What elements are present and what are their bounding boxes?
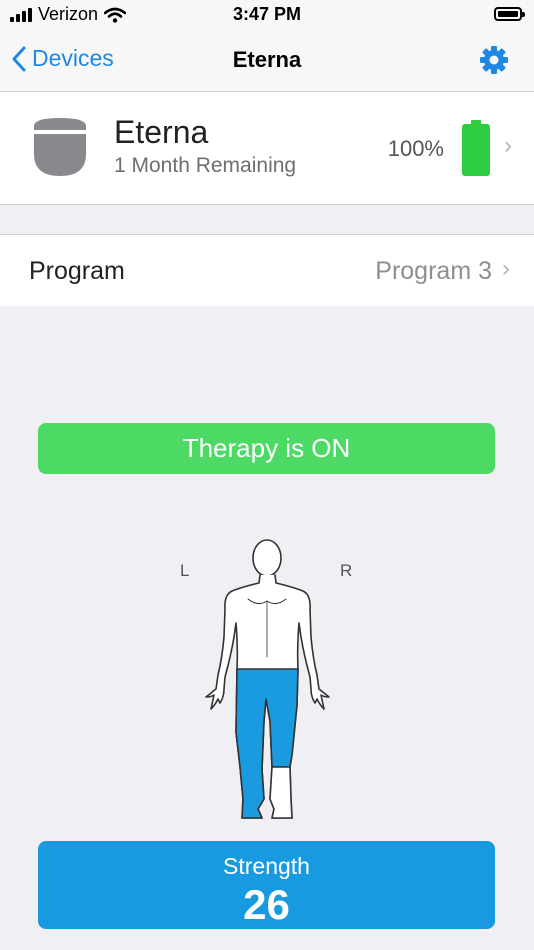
left-side-label: L xyxy=(180,561,190,580)
device-name: Eterna xyxy=(114,114,209,150)
therapy-status-button[interactable]: Therapy is ON xyxy=(38,423,495,474)
chevron-right-icon: › xyxy=(502,255,510,282)
chevron-right-icon: › xyxy=(504,132,512,159)
page-title: Eterna xyxy=(232,47,302,72)
navigation-bar: Devices Eterna xyxy=(0,32,534,92)
strength-label: Strength xyxy=(223,853,310,879)
program-row[interactable]: Program Program 3 › xyxy=(0,234,534,307)
strength-value: 26 xyxy=(243,881,290,928)
body-map xyxy=(205,539,330,819)
battery-icon xyxy=(462,120,490,176)
program-value: Program 3 xyxy=(375,257,492,285)
device-card[interactable]: Eterna 1 Month Remaining 100% › xyxy=(0,92,534,205)
status-bar: Verizon 3:47 PM xyxy=(0,0,534,32)
right-side-label: R xyxy=(340,561,353,580)
strength-control[interactable]: Strength 26 xyxy=(38,841,495,929)
status-battery-icon xyxy=(494,7,525,21)
device-remaining: 1 Month Remaining xyxy=(114,154,297,177)
stimulator-device-icon xyxy=(34,118,86,176)
program-label: Program xyxy=(29,257,125,285)
status-time: 3:47 PM xyxy=(232,4,302,24)
battery-percent: 100% xyxy=(387,136,444,161)
gear-icon[interactable] xyxy=(478,44,510,76)
